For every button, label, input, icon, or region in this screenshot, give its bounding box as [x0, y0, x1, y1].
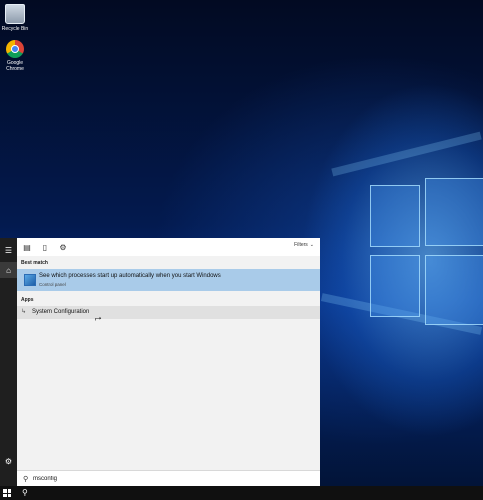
- apps-view-icon[interactable]: ▤: [21, 241, 33, 253]
- home-icon[interactable]: ⌂: [0, 262, 17, 278]
- apps-heading: Apps: [21, 297, 34, 303]
- desktop-icon-recycle-bin[interactable]: Recycle Bin: [0, 4, 30, 32]
- best-match-subtitle: Control panel: [39, 282, 66, 287]
- search-input[interactable]: [33, 474, 233, 484]
- window-pane: [370, 255, 420, 317]
- filters-label: Filters: [294, 242, 308, 248]
- window-pane: [425, 255, 483, 325]
- search-icon[interactable]: ⚲: [22, 488, 28, 497]
- search-box[interactable]: ⚲: [17, 470, 320, 487]
- app-result-label: System Configuration: [32, 309, 90, 315]
- app-result-system-configuration[interactable]: ↳ System Configuration: [17, 306, 320, 319]
- desktop-icon-label: Recycle Bin: [1, 26, 29, 32]
- window-pane: [370, 185, 420, 247]
- msconfig-icon: ↳: [21, 309, 27, 315]
- desktop-icon-google-chrome[interactable]: Google Chrome: [0, 40, 30, 72]
- chrome-icon: [6, 40, 24, 58]
- search-toolbar: ▤ ▯ ⚙ Filters ⌄: [17, 238, 320, 256]
- windows-logo-icon[interactable]: [3, 489, 11, 497]
- document-icon[interactable]: ▯: [39, 241, 51, 253]
- best-match-heading: Best match: [21, 260, 48, 266]
- gear-icon[interactable]: ⚙: [57, 241, 69, 253]
- chevron-down-icon: ⌄: [309, 242, 314, 248]
- window-pane: [425, 178, 483, 246]
- hamburger-icon[interactable]: ☰: [0, 242, 17, 258]
- best-match-title: See which processes start up automatical…: [39, 273, 221, 279]
- recycle-bin-icon: [5, 4, 25, 24]
- gear-icon[interactable]: ⚙: [0, 453, 17, 469]
- light-beam: [331, 131, 482, 177]
- mouse-cursor: ⮣: [95, 313, 102, 322]
- desktop-icon-label: Google Chrome: [6, 60, 24, 72]
- search-icon: ⚲: [23, 476, 29, 483]
- start-menu-rail: ☰ ⌂ ⚙: [0, 238, 17, 486]
- search-results-panel: ▤ ▯ ⚙ Filters ⌄ Best match See which pro…: [17, 238, 320, 486]
- taskbar: ⚲: [0, 486, 483, 500]
- filters-button[interactable]: Filters ⌄: [294, 242, 314, 248]
- control-panel-icon: [24, 274, 36, 286]
- best-match-result[interactable]: See which processes start up automatical…: [17, 269, 320, 291]
